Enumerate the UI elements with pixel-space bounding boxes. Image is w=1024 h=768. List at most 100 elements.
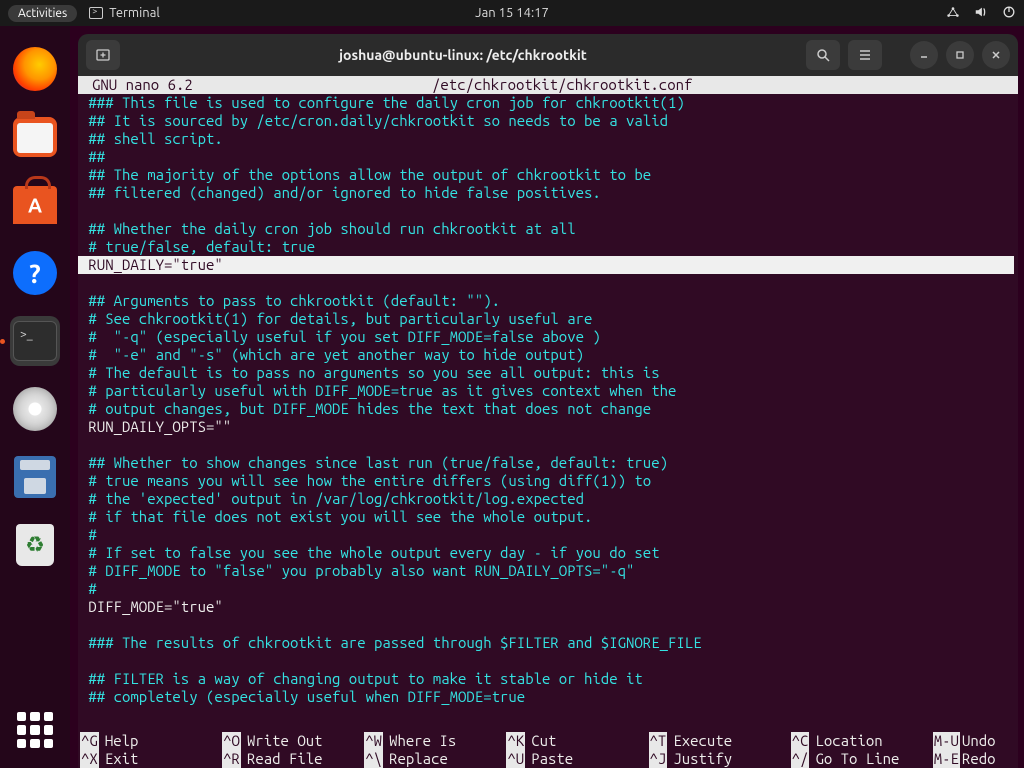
shortcut-key: ^K xyxy=(506,732,525,750)
dock-terminal[interactable] xyxy=(10,316,60,366)
shortcut-label: Cut xyxy=(531,732,556,750)
nano-editor[interactable]: GNU nano 6.2 /etc/chkrootkit/chkrootkit.… xyxy=(78,76,1018,768)
nano-titlebar: GNU nano 6.2 /etc/chkrootkit/chkrootkit.… xyxy=(78,76,1018,94)
maximize-button[interactable] xyxy=(946,41,974,69)
power-icon[interactable] xyxy=(1002,5,1016,22)
shortcut-key: ^J xyxy=(649,750,668,768)
shortcut-key: ^\ xyxy=(364,750,383,768)
shortcut-key: ^/ xyxy=(791,750,810,768)
shortcut-location: ^C Location xyxy=(791,732,933,750)
minimize-button[interactable] xyxy=(910,41,938,69)
save-icon xyxy=(14,456,56,498)
dock-help[interactable]: ? xyxy=(10,248,60,298)
software-icon xyxy=(13,186,57,224)
shortcut-read-file: ^R Read File xyxy=(222,750,364,768)
dock-disc[interactable] xyxy=(10,384,60,434)
hamburger-menu-button[interactable] xyxy=(848,40,882,70)
volume-icon[interactable] xyxy=(974,5,988,22)
editor-line: ## completely (especially useful when DI… xyxy=(78,688,1018,706)
nano-filename: /etc/chkrootkit/chkrootkit.conf xyxy=(432,76,692,94)
editor-line: RUN_DAILY="true" xyxy=(78,256,1014,274)
dock-files[interactable] xyxy=(10,112,60,162)
shortcut-where-is: ^W Where Is xyxy=(364,732,506,750)
editor-line: ## filtered (changed) and/or ignored to … xyxy=(78,184,1018,202)
shortcut-label: Write Out xyxy=(247,732,323,750)
new-tab-button[interactable] xyxy=(86,40,120,70)
editor-line: ## Whether the daily cron job should run… xyxy=(78,220,1018,238)
shortcut-undo: M-U Undo xyxy=(933,732,1018,750)
nano-program-name: GNU nano 6.2 xyxy=(92,76,432,94)
network-icon[interactable] xyxy=(946,5,960,22)
shortcut-label: Redo xyxy=(962,750,996,768)
editor-line: # If set to false you see the whole outp… xyxy=(78,544,1018,562)
editor-body[interactable]: ### This file is used to configure the d… xyxy=(78,94,1018,706)
editor-line xyxy=(78,616,1018,634)
dock-software[interactable] xyxy=(10,180,60,230)
editor-line: # The default is to pass no arguments so… xyxy=(78,364,1018,382)
dock: ? xyxy=(0,26,70,768)
shortcut-execute: ^T Execute xyxy=(649,732,791,750)
shortcut-key: ^T xyxy=(649,732,668,750)
close-button[interactable] xyxy=(982,41,1010,69)
editor-line xyxy=(78,274,1018,292)
clock[interactable]: Jan 15 14:17 xyxy=(475,6,549,20)
nano-shortcuts: ^G Help^O Write Out^W Where Is^K Cut^T E… xyxy=(78,732,1018,768)
editor-line: ## The majority of the options allow the… xyxy=(78,166,1018,184)
shortcut-label: Justify xyxy=(673,750,732,768)
shortcut-write-out: ^O Write Out xyxy=(222,732,364,750)
shortcut-key: ^O xyxy=(222,732,241,750)
app-menu[interactable]: Terminal xyxy=(89,6,160,20)
shortcut-replace: ^\ Replace xyxy=(364,750,506,768)
shortcut-justify: ^J Justify xyxy=(649,750,791,768)
editor-line: RUN_DAILY_OPTS="" xyxy=(78,418,1018,436)
shortcut-label: Location xyxy=(815,732,882,750)
shortcut-go-to-line: ^/ Go To Line xyxy=(791,750,933,768)
trash-icon xyxy=(16,524,54,566)
activities-button[interactable]: Activities xyxy=(8,5,77,22)
shortcut-label: Where Is xyxy=(389,732,456,750)
editor-line: # "-q" (especially useful if you set DIF… xyxy=(78,328,1018,346)
shortcut-label: Help xyxy=(105,732,139,750)
dock-firefox[interactable] xyxy=(10,44,60,94)
shortcut-label: Exit xyxy=(105,750,139,768)
editor-line: # particularly useful with DIFF_MODE=tru… xyxy=(78,382,1018,400)
shortcut-label: Paste xyxy=(531,750,573,768)
terminal-icon xyxy=(13,321,57,361)
shortcut-redo: M-E Redo xyxy=(933,750,1018,768)
shortcut-key: M-U xyxy=(933,732,960,750)
search-button[interactable] xyxy=(806,40,840,70)
editor-line: ### This file is used to configure the d… xyxy=(78,94,1018,112)
dock-save[interactable] xyxy=(10,452,60,502)
editor-line: ## Arguments to pass to chkrootkit (defa… xyxy=(78,292,1018,310)
editor-line xyxy=(78,202,1018,220)
shortcut-help: ^G Help xyxy=(80,732,222,750)
shortcut-label: Read File xyxy=(247,750,323,768)
editor-line: # DIFF_MODE to "false" you probably also… xyxy=(78,562,1018,580)
dock-trash[interactable] xyxy=(10,520,60,570)
editor-line: ## shell script. xyxy=(78,130,1018,148)
window-title: joshua@ubuntu-linux: /etc/chkrootkit xyxy=(128,47,798,63)
shortcut-key: ^U xyxy=(506,750,525,768)
show-applications-button[interactable] xyxy=(17,712,53,748)
editor-line: # xyxy=(78,580,1018,598)
files-icon xyxy=(13,117,57,157)
editor-line: ### The results of chkrootkit are passed… xyxy=(78,634,1018,652)
shortcut-label: Execute xyxy=(673,732,732,750)
firefox-icon xyxy=(13,47,57,91)
editor-line: ## FILTER is a way of changing output to… xyxy=(78,670,1018,688)
terminal-icon xyxy=(89,7,103,19)
editor-line: # xyxy=(78,526,1018,544)
shortcut-cut: ^K Cut xyxy=(506,732,648,750)
gnome-topbar: Activities Terminal Jan 15 14:17 xyxy=(0,0,1024,26)
app-menu-label: Terminal xyxy=(109,6,160,20)
shortcut-key: M-E xyxy=(933,750,960,768)
shortcut-label: Replace xyxy=(389,750,448,768)
shortcut-label: Undo xyxy=(962,732,996,750)
editor-line: # the 'expected' output in /var/log/chkr… xyxy=(78,490,1018,508)
editor-line: ## xyxy=(78,148,1018,166)
editor-line: ## Whether to show changes since last ru… xyxy=(78,454,1018,472)
editor-line xyxy=(78,652,1018,670)
terminal-window: joshua@ubuntu-linux: /etc/chkrootkit GNU… xyxy=(78,34,1018,768)
editor-line: # See chkrootkit(1) for details, but par… xyxy=(78,310,1018,328)
editor-line: # output changes, but DIFF_MODE hides th… xyxy=(78,400,1018,418)
